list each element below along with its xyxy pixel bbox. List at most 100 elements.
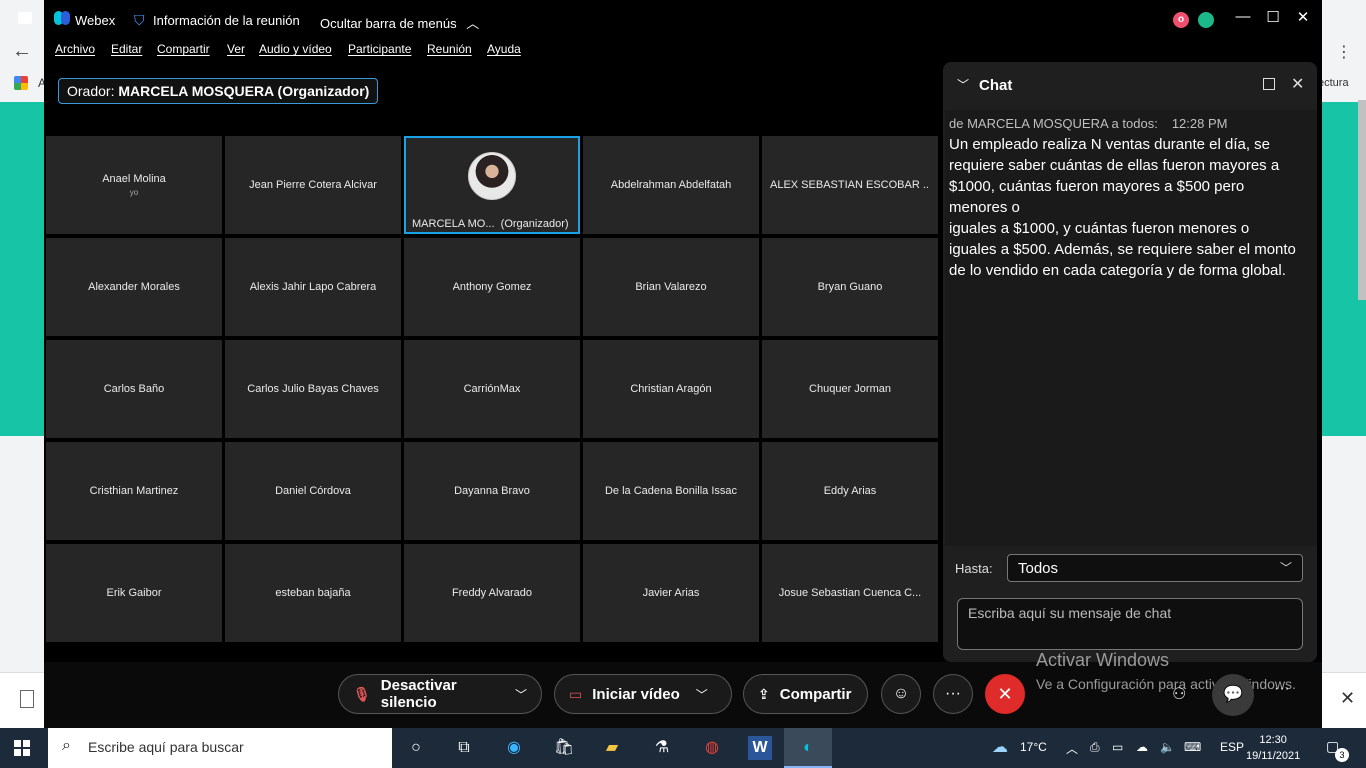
chat-message-input[interactable]: Escriba aquí su mensaje de chat bbox=[957, 598, 1303, 650]
windows-start-icon[interactable] bbox=[14, 740, 30, 756]
participant-tile[interactable]: Anael Molina yo bbox=[46, 136, 222, 234]
participant-tile[interactable]: Alexis Jahir Lapo Cabrera bbox=[225, 238, 401, 336]
system-clock[interactable]: 12:30 19/11/2021 bbox=[1246, 732, 1300, 764]
file-explorer-icon[interactable]: ▰ bbox=[600, 736, 624, 760]
browser-menu-icon[interactable]: ⋮ bbox=[1336, 42, 1352, 62]
recipient-label: Hasta: bbox=[955, 561, 993, 576]
participant-name: Christian Aragón bbox=[630, 383, 712, 395]
close-download-bar-icon[interactable]: ✕ bbox=[1340, 688, 1355, 709]
participant-tile[interactable]: ALEX SEBASTIAN ESCOBAR ... bbox=[762, 136, 938, 234]
participant-tile[interactable]: Javier Arias bbox=[583, 544, 759, 642]
status-badge[interactable]: o bbox=[1173, 12, 1189, 28]
store-icon[interactable]: 🛍 bbox=[552, 736, 576, 760]
participant-name: Josue Sebastian Cuenca C... bbox=[778, 587, 922, 599]
chrome-icon[interactable]: ◍ bbox=[700, 736, 724, 760]
chevron-down-icon: ﹀ bbox=[1279, 561, 1292, 575]
chevron-down-icon[interactable]: ﹀ bbox=[515, 686, 527, 703]
participants-icon[interactable]: ⚇ bbox=[1172, 684, 1186, 704]
menu-participante[interactable]: Participante bbox=[348, 42, 411, 56]
close-window-icon[interactable]: ✕ bbox=[1293, 8, 1313, 26]
participant-tile[interactable]: CarriónMax bbox=[404, 340, 580, 438]
participant-tile-active[interactable]: MARCELA MO... (Organizador) bbox=[404, 136, 580, 234]
language-indicator[interactable]: ESP bbox=[1220, 740, 1244, 754]
participant-name: Eddy Arias bbox=[823, 485, 877, 497]
show-hidden-icons[interactable]: ︿ bbox=[1066, 740, 1078, 757]
menu-compartir[interactable]: Compartir bbox=[157, 42, 210, 56]
unmute-button[interactable]: 🎙 Desactivar silencio ﹀ bbox=[338, 674, 542, 714]
recipient-select[interactable]: Todos ﹀ bbox=[1007, 554, 1303, 582]
chat-sender: de MARCELA MOSQUERA a todos: bbox=[949, 116, 1158, 131]
close-chat-icon[interactable]: ✕ bbox=[1291, 74, 1304, 94]
participant-tile[interactable]: Carlos Baño bbox=[46, 340, 222, 438]
participant-tile[interactable]: Jean Pierre Cotera Alcivar bbox=[225, 136, 401, 234]
browser-scrollbar[interactable] bbox=[1358, 100, 1366, 300]
title-bar: Webex ⛉ Información de la reunión Oculta… bbox=[18, 0, 1322, 38]
participant-tile[interactable]: Eddy Arias bbox=[762, 442, 938, 540]
participant-name: Carlos Baño bbox=[103, 383, 165, 395]
participant-tile[interactable]: Dayanna Bravo bbox=[404, 442, 580, 540]
onedrive-icon[interactable]: ☁ bbox=[1136, 740, 1148, 754]
active-speaker-label: Orador: MARCELA MOSQUERA (Organizador) bbox=[58, 78, 379, 104]
more-icon[interactable]: ··· bbox=[1274, 680, 1290, 698]
weather-temp[interactable]: 17°C bbox=[1020, 740, 1047, 754]
participant-tile[interactable]: Anthony Gomez bbox=[404, 238, 580, 336]
volume-icon[interactable]: 🔈 bbox=[1160, 740, 1175, 754]
start-video-button[interactable]: ▭ Iniciar vídeo ﹀ bbox=[554, 674, 732, 714]
hide-menu-bar-button[interactable]: Ocultar barra de menús ︿ bbox=[320, 13, 479, 32]
edge-icon[interactable]: ◉ bbox=[502, 736, 526, 760]
taskbar-search-input[interactable]: ⌕ Escribe aquí para buscar bbox=[48, 728, 392, 768]
pop-out-icon[interactable] bbox=[1263, 78, 1275, 90]
meeting-info-button[interactable]: Información de la reunión bbox=[153, 13, 300, 28]
more-options-icon[interactable]: ··· bbox=[933, 674, 973, 714]
participant-tile[interactable]: Carlos Julio Bayas Chaves bbox=[225, 340, 401, 438]
weather-icon[interactable]: ☁ bbox=[988, 736, 1012, 760]
participant-tile[interactable]: Bryan Guano bbox=[762, 238, 938, 336]
back-arrow-icon[interactable]: ← bbox=[12, 40, 32, 63]
participant-tile[interactable]: Brian Valarezo bbox=[583, 238, 759, 336]
participant-tile[interactable]: Alexander Morales bbox=[46, 238, 222, 336]
participant-tile[interactable]: esteban bajaña bbox=[225, 544, 401, 642]
reading-list-partial[interactable]: ectura bbox=[1318, 77, 1349, 89]
participant-tile[interactable]: Josue Sebastian Cuenca C... bbox=[762, 544, 938, 642]
menu-ayuda[interactable]: Ayuda bbox=[487, 42, 521, 56]
document-icon[interactable] bbox=[20, 690, 34, 708]
participant-tile[interactable]: Chuquer Jorman bbox=[762, 340, 938, 438]
battery-icon[interactable]: ▭ bbox=[1112, 740, 1123, 754]
shield-icon[interactable]: ⛉ bbox=[134, 12, 148, 28]
participant-tile[interactable]: Daniel Córdova bbox=[225, 442, 401, 540]
participant-tile[interactable]: Cristhian Martinez bbox=[46, 442, 222, 540]
chat-messages[interactable]: de MARCELA MOSQUERA a todos: 12:28 PM Un … bbox=[945, 110, 1317, 546]
participant-tile[interactable]: Erik Gaibor bbox=[46, 544, 222, 642]
lab-app-icon[interactable]: ⚗ bbox=[650, 736, 674, 760]
participant-tile[interactable]: Freddy Alvarado bbox=[404, 544, 580, 642]
video-off-icon: ▭ bbox=[569, 685, 583, 702]
leave-meeting-button[interactable]: ✕ bbox=[985, 674, 1025, 714]
minimize-icon[interactable]: — bbox=[1233, 8, 1253, 25]
participant-tile[interactable]: Abdelrahman Abdelfatah bbox=[583, 136, 759, 234]
chat-toggle-icon[interactable]: 💬 bbox=[1212, 674, 1254, 716]
usb-icon[interactable]: ⎙ bbox=[1090, 740, 1100, 755]
participant-name: Dayanna Bravo bbox=[454, 485, 530, 497]
chat-title: Chat bbox=[979, 77, 1013, 94]
maximize-icon[interactable]: ☐ bbox=[1263, 8, 1283, 26]
keyboard-icon[interactable]: ⌨ bbox=[1184, 740, 1201, 754]
task-view-icon[interactable]: ⧉ bbox=[452, 736, 476, 760]
reactions-icon[interactable]: ☺ bbox=[881, 674, 921, 714]
participant-tile[interactable]: Christian Aragón bbox=[583, 340, 759, 438]
menu-audio-video[interactable]: Audio y vídeo bbox=[259, 42, 332, 56]
menu-editar[interactable]: Editar bbox=[111, 42, 142, 56]
apps-grid-icon[interactable] bbox=[14, 76, 28, 90]
participant-tile[interactable]: De la Cadena Bonilla Issac bbox=[583, 442, 759, 540]
menu-ver[interactable]: Ver bbox=[227, 42, 245, 56]
cortana-icon[interactable]: ○ bbox=[404, 736, 428, 760]
participant-name: Erik Gaibor bbox=[106, 587, 162, 599]
share-button[interactable]: ⇪ Compartir bbox=[743, 674, 868, 714]
webex-taskbar-icon[interactable]: ◐ bbox=[796, 736, 820, 760]
menu-archivo[interactable]: Archivo bbox=[55, 42, 95, 56]
chevron-down-icon[interactable]: ﹀ bbox=[696, 686, 708, 703]
menu-bar: Archivo Editar Compartir Ver Audio y víd… bbox=[44, 38, 944, 62]
word-icon[interactable]: W bbox=[748, 736, 772, 760]
stats-icon[interactable] bbox=[1198, 12, 1214, 28]
collapse-chevron-icon[interactable]: ﹀ bbox=[957, 76, 969, 93]
menu-reunion[interactable]: Reunión bbox=[427, 42, 472, 56]
